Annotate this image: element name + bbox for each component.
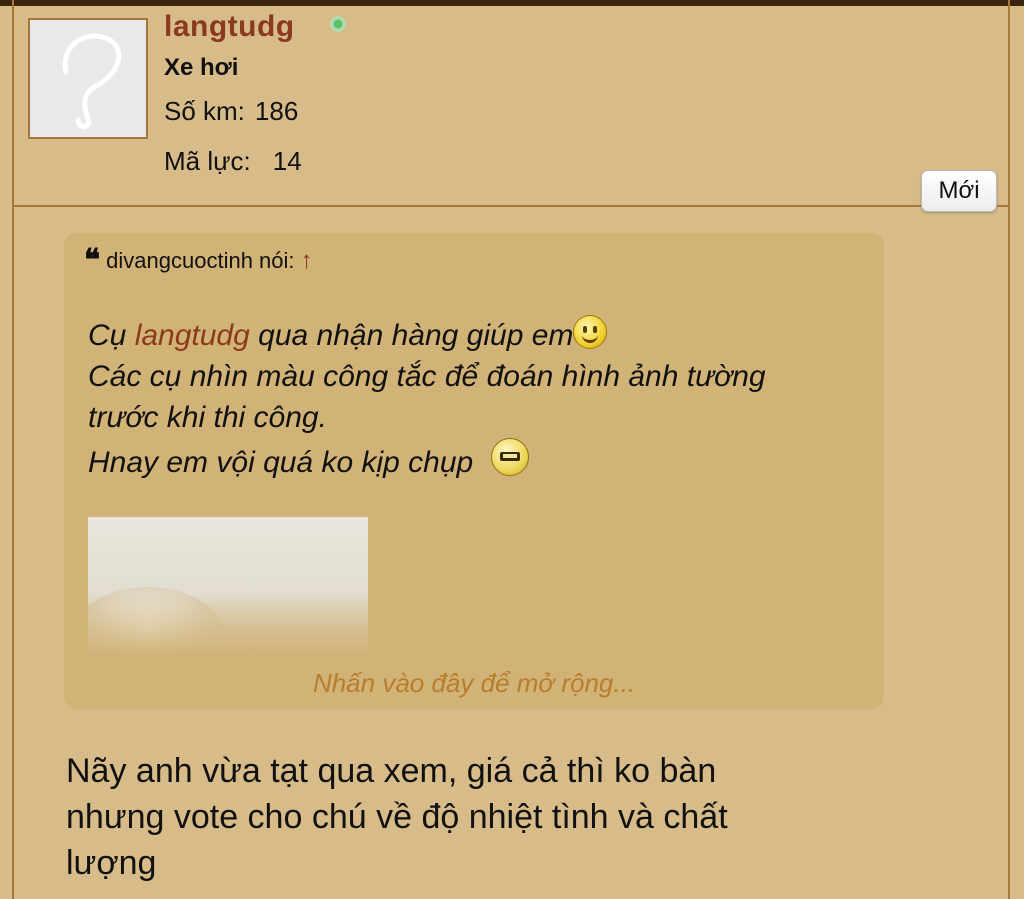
quoted-photo-thumbnail[interactable] [88, 517, 368, 655]
stat-hp-value: 14 [272, 146, 302, 176]
quote-line-1: Cụ langtudg qua nhận hàng giúp em [88, 315, 868, 356]
stat-horsepower: Mã lực: 14 [164, 146, 302, 177]
online-status-icon [330, 16, 346, 32]
new-button[interactable]: Mới [921, 170, 997, 212]
reply-line-1: Nãy anh vừa tạt qua xem, giá cả thì ko b… [66, 752, 717, 790]
quote-marks-icon: ❝ [84, 243, 101, 278]
post-frame-right [1008, 0, 1024, 899]
username-link[interactable]: langtudg [164, 10, 295, 44]
mention-link[interactable]: langtudg [135, 319, 250, 352]
user-avatar[interactable] [28, 18, 148, 139]
quote-line-2: Các cụ nhìn màu công tắc để đoán hình ản… [88, 360, 766, 393]
stat-hp-label: Mã lực: [164, 146, 251, 176]
quote-block: ❝ divangcuoctinh nói: ↑ Cụ langtudg qua … [64, 233, 884, 709]
embarrassed-emoji-icon [491, 438, 530, 476]
quote-author: divangcuoctinh nói: [106, 248, 295, 273]
stat-km-label: Số km: [164, 96, 245, 126]
jump-to-source-arrow-icon[interactable]: ↑ [301, 247, 313, 275]
question-mark-icon [62, 33, 122, 129]
quote-line-4: Hnay em vội quá ko kịp chụp [88, 438, 868, 483]
quote-text: Cụ [88, 319, 135, 352]
reply-message: Nãy anh vừa tạt qua xem, giá cả thì ko b… [66, 748, 946, 886]
quote-text: qua nhận hàng giúp em [249, 319, 574, 352]
quote-line-3: trước khi thi công. [88, 401, 327, 434]
reply-line-2: nhưng vote cho chú về độ nhiệt tình và c… [66, 798, 728, 836]
stat-km-value: 186 [254, 96, 299, 126]
user-title: Xe hơi [164, 54, 239, 81]
top-border [0, 0, 1024, 6]
reply-line-3: lượng [66, 844, 157, 882]
expand-quote-link[interactable]: Nhấn vào đây để mở rộng... [64, 668, 884, 699]
stat-km: Số km: 186 [164, 96, 298, 127]
post-frame-left [0, 0, 14, 899]
quote-body: Cụ langtudg qua nhận hàng giúp em Các cụ… [88, 315, 868, 483]
quote-text: Hnay em vội quá ko kịp chụp [88, 446, 474, 479]
quote-header: ❝ divangcuoctinh nói: ↑ [84, 243, 313, 278]
smile-emoji-icon [573, 315, 608, 349]
post-header-divider [14, 205, 1008, 207]
